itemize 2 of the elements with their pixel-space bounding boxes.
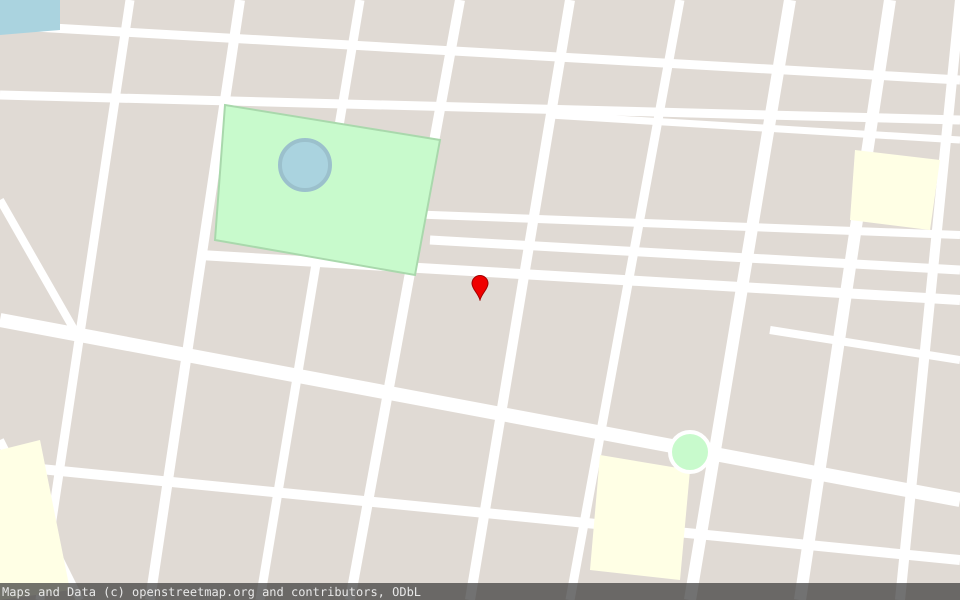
attribution-text: Maps and Data (c) openstreetmap.org and contributors, ODbL: [1, 584, 422, 598]
map-marker-icon[interactable]: [471, 275, 489, 301]
